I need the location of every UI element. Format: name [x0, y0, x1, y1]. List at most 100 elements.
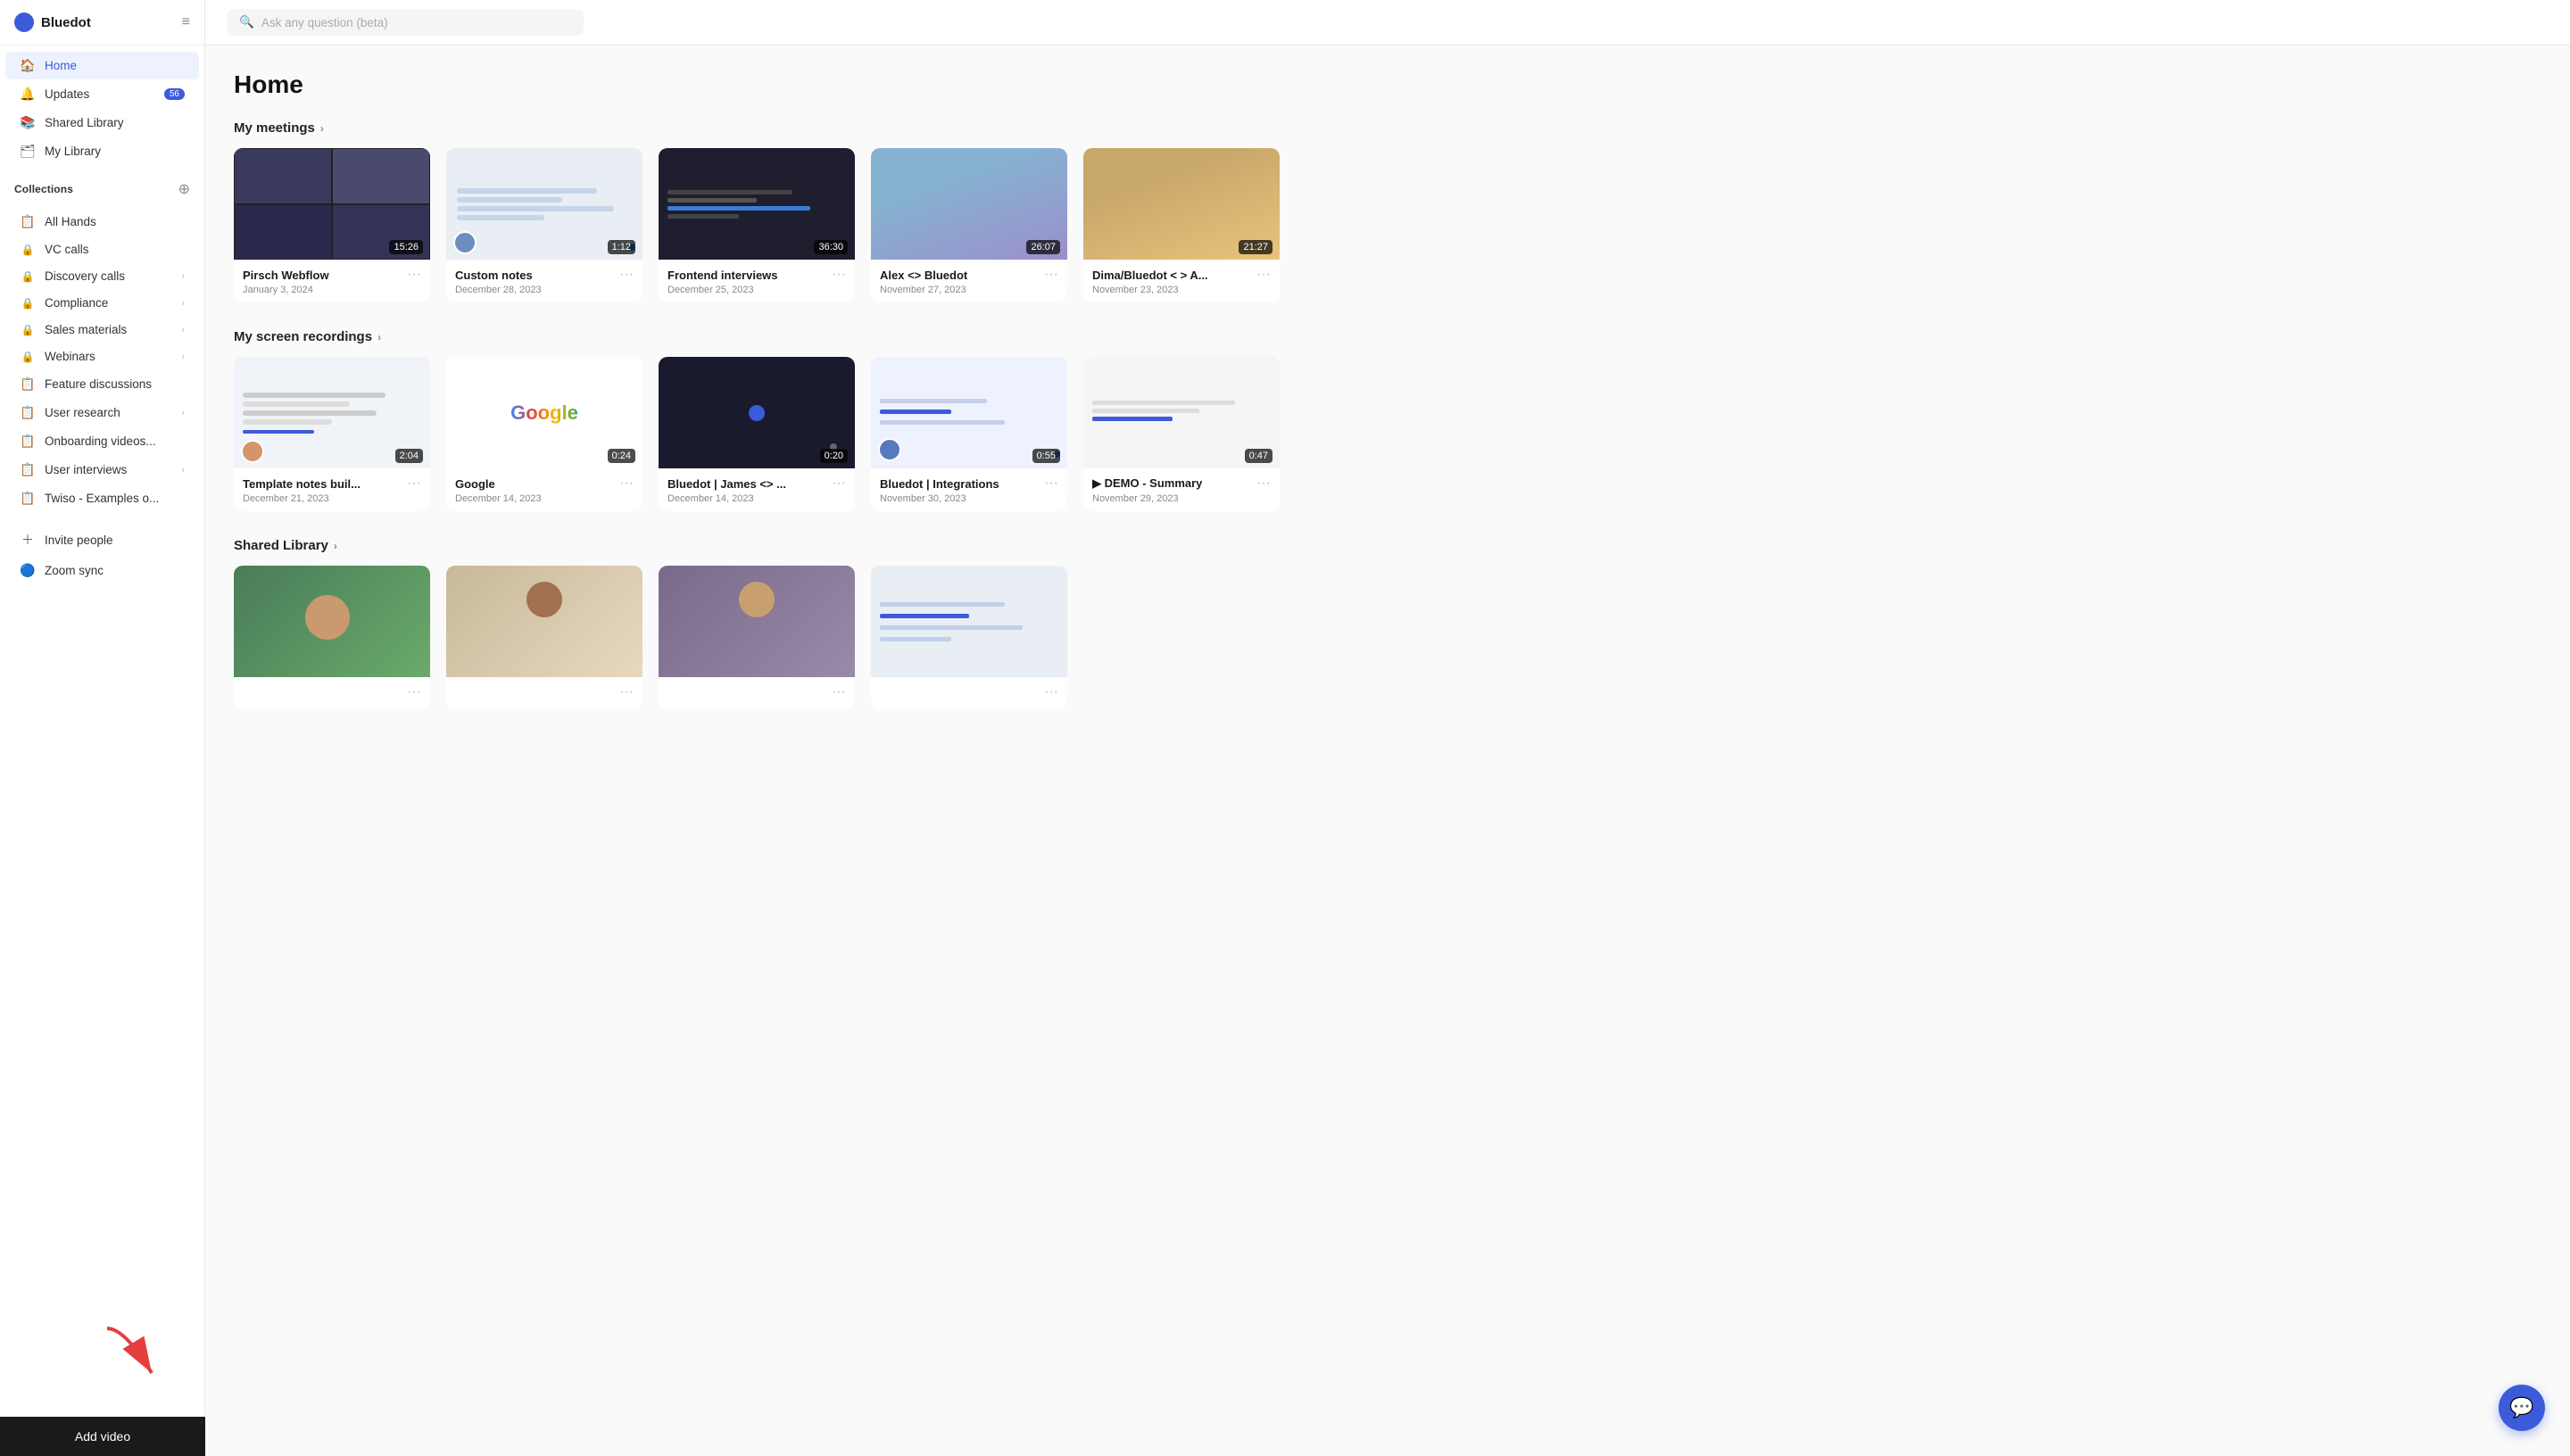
card-pirsch-webflow[interactable]: 15:26 Pirsch Webflow ··· January 3, 2024 — [234, 148, 430, 302]
sidebar-item-shared-library[interactable]: 📚 Shared Library — [5, 109, 199, 136]
sidebar-item-vc-calls[interactable]: 🔒 VC calls — [5, 236, 199, 262]
sidebar-item-zoom-sync[interactable]: 🔵 Zoom sync — [5, 557, 199, 584]
sidebar-item-discovery-calls[interactable]: 🔒 Discovery calls › — [5, 263, 199, 289]
card-menu-icon[interactable]: ··· — [407, 267, 421, 283]
card-bluedot-integrations[interactable]: 0:55 Bluedot | Integrations ··· November… — [871, 357, 1067, 511]
card-thumb: Google 0:24 — [446, 357, 642, 468]
card-menu-icon[interactable]: ··· — [407, 684, 421, 700]
content-area: Home My meetings › 15:26 — [205, 46, 2570, 1456]
card-google[interactable]: Google 0:24 Google ··· December 14, 2023 — [446, 357, 642, 511]
sidebar-item-onboarding[interactable]: 📋 Onboarding videos... — [5, 427, 199, 455]
sidebar-item-invite-people[interactable]: ＋ Invite people — [5, 525, 199, 555]
sidebar-item-feature-discussions[interactable]: 📋 Feature discussions — [5, 370, 199, 398]
add-video-label: Add video — [75, 1429, 130, 1444]
my-screen-recordings-section-label[interactable]: My screen recordings › — [234, 329, 2541, 344]
sidebar-item-sales-materials[interactable]: 🔒 Sales materials › — [5, 317, 199, 343]
shared-library-section-label[interactable]: Shared Library › — [234, 538, 2541, 553]
sidebar-item-user-interviews[interactable]: 📋 User interviews › — [5, 456, 199, 484]
card-alex-bluedot[interactable]: 26:07 Alex <> Bluedot ··· November 27, 2… — [871, 148, 1067, 302]
sidebar-item-home[interactable]: 🏠 Home — [5, 52, 199, 79]
duration-badge: 26:07 — [1026, 240, 1060, 254]
card-menu-icon[interactable]: ··· — [1044, 267, 1058, 283]
card-menu-icon[interactable]: ··· — [832, 267, 846, 283]
card-title: Dima/Bluedot < > A... — [1092, 269, 1208, 282]
card-body: Template notes buil... ··· December 21, … — [234, 468, 430, 511]
card-thumb — [446, 566, 642, 677]
sidebar-item-twiso[interactable]: 📋 Twiso - Examples o... — [5, 484, 199, 512]
twiso-icon: 📋 — [20, 491, 36, 506]
hamburger-icon[interactable]: ≡ — [182, 14, 190, 30]
card-date: December 14, 2023 — [667, 493, 846, 504]
card-menu-icon[interactable]: ··· — [619, 476, 634, 492]
sidebar: Bluedot ≡ 🏠 Home 🔔 Updates 56 📚 Shared L… — [0, 0, 205, 1456]
sidebar-item-all-hands-label: All Hands — [45, 215, 96, 228]
card-date: November 23, 2023 — [1092, 285, 1271, 295]
chevron-right-icon-5: › — [181, 408, 185, 418]
sidebar-item-all-hands[interactable]: 📋 All Hands — [5, 208, 199, 236]
sidebar-item-vc-calls-label: VC calls — [45, 243, 89, 256]
card-body: Alex <> Bluedot ··· November 27, 2023 — [871, 260, 1067, 302]
collections-section: 📋 All Hands 🔒 VC calls 🔒 Discovery calls… — [0, 202, 204, 518]
search-bar[interactable]: 🔍 Ask any question (beta) — [227, 9, 584, 36]
sidebar-item-my-library[interactable]: 🗂 My Library — [5, 137, 199, 165]
shared-card-4[interactable]: ··· — [871, 566, 1067, 709]
card-body: Frontend interviews ··· December 25, 202… — [659, 260, 855, 302]
card-bluedot-james[interactable]: 0:20 Bluedot | James <> ... ··· December… — [659, 357, 855, 511]
collections-header: Collections ⊕ — [0, 171, 204, 202]
duration-badge: 2:04 — [395, 449, 423, 463]
home-icon: 🏠 — [20, 58, 36, 73]
chevron-right-icon: › — [181, 271, 185, 282]
chevron-right-icon-4: › — [181, 352, 185, 362]
card-menu-icon[interactable]: ··· — [1256, 476, 1271, 492]
shared-card-3[interactable]: ··· — [659, 566, 855, 709]
card-menu-icon[interactable]: ··· — [832, 684, 846, 700]
card-body: ▶ DEMO - Summary ··· November 29, 2023 — [1083, 468, 1280, 511]
sidebar-item-compliance[interactable]: 🔒 Compliance › — [5, 290, 199, 316]
card-menu-icon[interactable]: ··· — [1044, 476, 1058, 492]
sidebar-item-webinars[interactable]: 🔒 Webinars › — [5, 343, 199, 369]
duration-badge: 0:20 — [820, 449, 848, 463]
sidebar-item-onboarding-label: Onboarding videos... — [45, 434, 156, 448]
card-body: ··· — [446, 677, 642, 709]
card-thumb — [871, 566, 1067, 677]
card-body: Bluedot | James <> ... ··· December 14, … — [659, 468, 855, 511]
main-content: 🔍 Ask any question (beta) Home My meetin… — [205, 0, 2570, 1456]
card-demo-summary[interactable]: 0:47 ▶ DEMO - Summary ··· November 29, 2… — [1083, 357, 1280, 511]
chevron-right-icon-6: › — [181, 465, 185, 476]
card-thumb: 26:07 — [871, 148, 1067, 260]
sidebar-item-user-research[interactable]: 📋 User research › — [5, 399, 199, 426]
my-meetings-section-label[interactable]: My meetings › — [234, 120, 2541, 136]
card-menu-icon[interactable]: ··· — [1256, 267, 1271, 283]
sidebar-item-updates[interactable]: 🔔 Updates 56 — [5, 80, 199, 108]
card-body: Bluedot | Integrations ··· November 30, … — [871, 468, 1067, 511]
card-body: ··· — [659, 677, 855, 709]
card-date: January 3, 2024 — [243, 285, 421, 295]
card-menu-icon[interactable]: ··· — [619, 684, 634, 700]
add-collection-icon[interactable]: ⊕ — [178, 180, 190, 198]
feature-icon: 📋 — [20, 376, 36, 392]
shared-card-2[interactable]: ··· — [446, 566, 642, 709]
card-menu-icon[interactable]: ··· — [619, 267, 634, 283]
card-title: Google — [455, 477, 495, 491]
lock-icon: 🔒 — [20, 244, 36, 256]
card-template-notes[interactable]: 2:04 Template notes buil... ··· December… — [234, 357, 430, 511]
my-screen-recordings-arrow-icon: › — [377, 331, 381, 343]
card-menu-icon[interactable]: ··· — [1044, 684, 1058, 700]
card-title: Pirsch Webflow — [243, 269, 329, 282]
bell-icon: 🔔 — [20, 87, 36, 102]
card-title: Alex <> Bluedot — [880, 269, 967, 282]
chat-fab-button[interactable]: 💬 — [2499, 1385, 2545, 1431]
shared-library-arrow-icon: › — [334, 540, 337, 552]
card-dima-bluedot[interactable]: 21:27 Dima/Bluedot < > A... ··· November… — [1083, 148, 1280, 302]
card-thumb: 2:04 — [234, 357, 430, 468]
card-frontend-interviews[interactable]: 36:30 Frontend interviews ··· December 2… — [659, 148, 855, 302]
add-video-button[interactable]: Add video — [0, 1417, 205, 1456]
brand-row: Bluedot — [14, 12, 91, 32]
card-custom-notes[interactable]: 1:12 Custom notes ··· December 28, 2023 — [446, 148, 642, 302]
shared-card-1[interactable]: ··· — [234, 566, 430, 709]
card-menu-icon[interactable]: ··· — [832, 476, 846, 492]
sidebar-item-zoom-label: Zoom sync — [45, 564, 104, 577]
chevron-right-icon-2: › — [181, 298, 185, 309]
card-menu-icon[interactable]: ··· — [407, 476, 421, 492]
page-title: Home — [234, 70, 2541, 99]
